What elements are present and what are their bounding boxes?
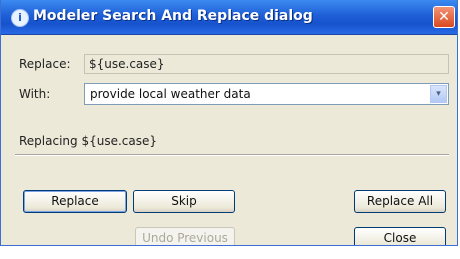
with-value: provide local weather data [90,87,251,101]
undo-previous-button[interactable]: Undo Previous [135,227,235,245]
separator [15,154,449,156]
chevron-down-icon: ▾ [436,89,441,99]
dialog-title: Modeler Search And Replace dialog [33,8,313,24]
replace-all-button[interactable]: Replace All [354,190,446,213]
close-button[interactable]: Close [354,227,446,245]
skip-button[interactable]: Skip [133,190,235,213]
replace-field: ${use.case} [84,54,449,74]
replace-label: Replace: [19,57,71,71]
replace-button[interactable]: Replace [23,190,127,213]
close-icon: ✕ [438,9,450,25]
info-icon: i [11,9,29,27]
title-bar[interactable]: i Modeler Search And Replace dialog ✕ [1,0,457,35]
dropdown-button[interactable]: ▾ [430,85,447,103]
search-replace-dialog: i Modeler Search And Replace dialog ✕ Re… [0,0,458,246]
status-text: Replacing ${use.case} [19,134,157,148]
with-label: With: [19,87,51,101]
close-window-button[interactable]: ✕ [433,6,455,28]
with-combobox[interactable]: provide local weather data ▾ [84,83,449,105]
